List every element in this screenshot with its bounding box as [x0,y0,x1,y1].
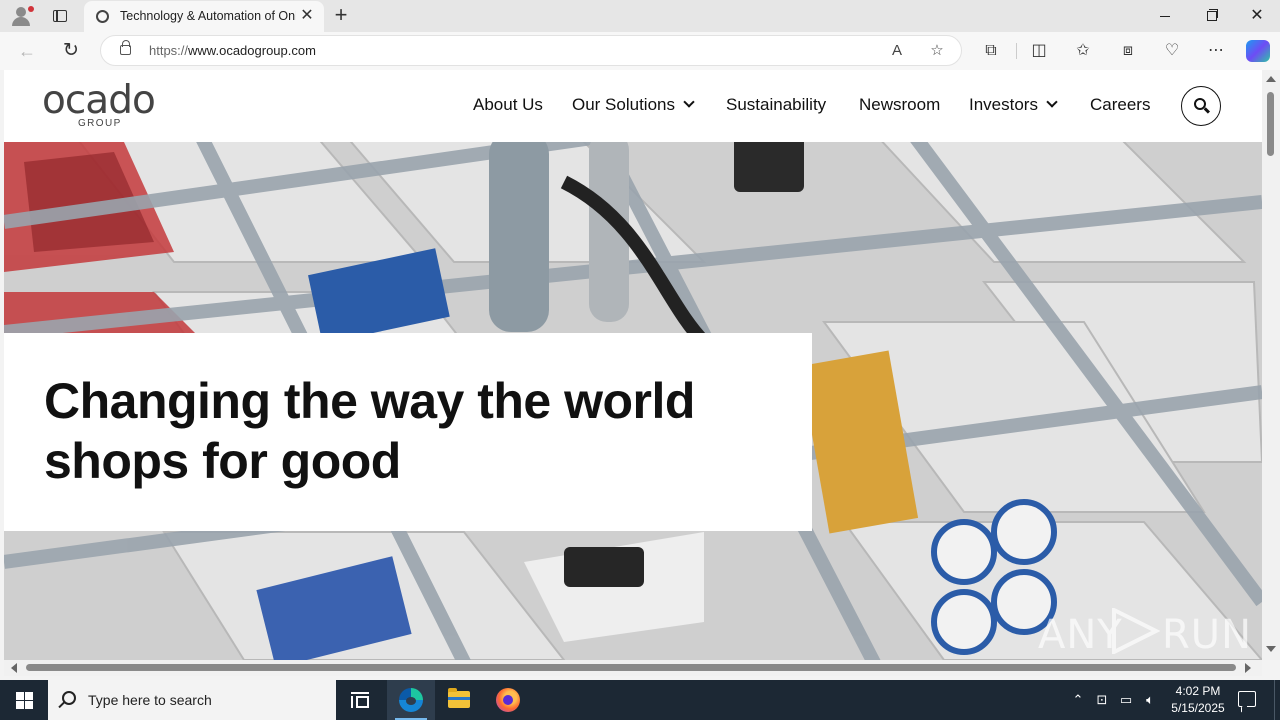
anyrun-watermark-logo: ANY RUN [1038,606,1251,658]
windows-taskbar: Type here to search ⌃ ⊡ ▭ 🔈︎ 4:02 PM 5/1… [0,680,1280,720]
hero-heading: Changing the way the world shops for goo… [44,373,695,489]
volume-icon[interactable]: 🔈︎ [1140,690,1160,710]
copilot-icon[interactable] [1246,40,1270,62]
folder-icon [448,688,470,708]
split-screen-icon[interactable]: ◫ [1028,40,1050,62]
address-bar[interactable]: https://www.ocadogroup.com A ☆ [100,35,962,66]
tab-strip: Technology & Automation of Online Grocer… [0,0,1280,32]
vertical-scroll-thumb[interactable] [1267,92,1274,156]
chevron-down-icon [1046,96,1058,108]
ocado-group-logo[interactable]: ocado GROUP [42,78,172,132]
network-icon[interactable]: ▭ [1116,690,1136,710]
horizontal-scroll-thumb[interactable] [26,664,1236,671]
restore-button[interactable] [1188,0,1234,32]
back-arrow-icon[interactable]: ← [16,41,38,61]
settings-more-icon[interactable]: ⋯ [1205,40,1227,62]
profile-avatar-icon[interactable] [8,4,34,28]
tab-actions-icon[interactable] [50,6,70,26]
toolbar-divider [1016,43,1017,59]
favorites-icon[interactable]: ✩ [1072,40,1094,62]
page-viewport: ocado GROUP About Us Our Solutions Susta… [4,70,1262,660]
tab-close-icon[interactable]: ✕ [298,7,316,25]
action-center-icon[interactable] [1238,691,1256,707]
taskbar-edge[interactable] [387,680,435,720]
nav-our-solutions[interactable]: Our Solutions [572,95,695,115]
browser-toolbar: ← ↻ https://www.ocadogroup.com A ☆ ⧉ ◫ ✩… [0,32,1280,70]
start-button[interactable] [0,680,48,720]
nav-newsroom[interactable]: Newsroom [859,95,940,115]
nav-careers[interactable]: Careers [1090,95,1150,115]
scroll-up-arrow-icon[interactable] [1266,76,1276,82]
new-tab-button[interactable]: + [331,4,351,26]
edge-browser-icon [399,688,423,712]
collections-icon[interactable]: ⧈ [1117,40,1139,62]
task-view-button[interactable] [336,680,384,720]
scroll-left-arrow-icon[interactable] [11,663,17,673]
reload-icon[interactable]: ↻ [60,40,82,62]
favorite-star-icon[interactable]: ☆ [927,41,947,61]
taskbar-firefox[interactable] [484,680,532,720]
system-clock[interactable]: 4:02 PM 5/15/2025 [1160,683,1236,717]
chevron-down-icon [683,96,695,108]
lock-icon[interactable] [120,40,131,55]
minimize-button[interactable] [1142,0,1188,32]
hero-image: Changing the way the world shops for goo… [4,142,1262,660]
horizontal-scrollbar[interactable] [4,660,1262,676]
nav-sustainability[interactable]: Sustainability [726,95,826,115]
site-search-button[interactable] [1181,86,1221,126]
page-favicon-icon [96,10,109,23]
read-aloud-icon[interactable]: A [887,41,907,61]
url-text[interactable]: https://www.ocadogroup.com [149,43,316,58]
close-window-button[interactable]: ✕ [1234,0,1280,32]
tab-title: Technology & Automation of Online Grocer… [120,9,296,23]
vertical-scrollbar[interactable] [1262,70,1280,660]
show-desktop-button[interactable] [1274,680,1280,720]
notification-dot-icon [28,6,34,12]
windows-logo-icon [16,692,24,700]
search-icon [62,691,76,705]
scroll-right-arrow-icon[interactable] [1245,663,1251,673]
taskbar-file-explorer[interactable] [435,680,483,720]
firefox-icon [496,688,520,712]
play-triangle-icon [1112,608,1160,654]
task-view-icon [351,692,369,708]
device-tray-icon[interactable]: ⊡ [1092,690,1112,710]
nav-investors[interactable]: Investors [969,95,1058,115]
taskbar-search-box[interactable]: Type here to search [48,680,336,720]
hero-text-card: Changing the way the world shops for goo… [4,333,812,531]
nav-about-us[interactable]: About Us [473,95,543,115]
browser-tab[interactable]: Technology & Automation of Online Grocer… [84,1,324,32]
show-hidden-icons-chevron-icon[interactable]: ⌃ [1068,690,1088,710]
extensions-icon[interactable]: ⧉ [980,40,1002,62]
site-header: ocado GROUP About Us Our Solutions Susta… [4,70,1262,142]
browser-essentials-icon[interactable]: ♡ [1161,40,1183,62]
scroll-down-arrow-icon[interactable] [1266,646,1276,652]
